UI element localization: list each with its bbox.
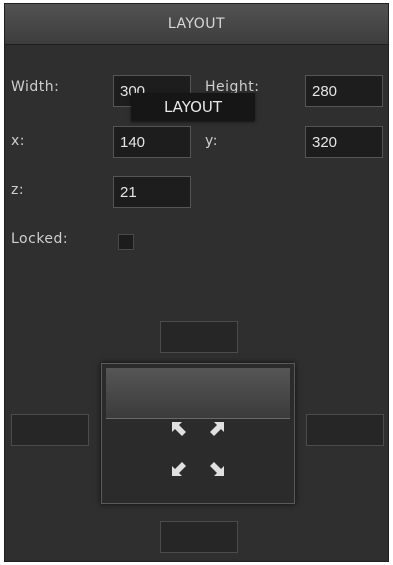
- locked-checkbox[interactable]: [118, 234, 134, 250]
- center-bar[interactable]: [106, 368, 290, 419]
- tooltip: LAYOUT: [131, 93, 255, 121]
- arrow-down-right-icon[interactable]: [208, 460, 226, 478]
- anchor-top-box[interactable]: [160, 321, 238, 353]
- locked-label: Locked:: [11, 231, 69, 247]
- panel-title: LAYOUT: [167, 16, 226, 32]
- x-label: x:: [11, 133, 26, 149]
- anchor-bottom-box[interactable]: [160, 521, 238, 553]
- arrow-down-left-icon[interactable]: [208, 420, 226, 438]
- x-field[interactable]: [113, 126, 191, 158]
- panel-header: LAYOUT: [5, 4, 388, 45]
- y-field[interactable]: [305, 126, 383, 158]
- z-field[interactable]: [113, 176, 191, 208]
- height-field[interactable]: [305, 75, 383, 107]
- arrow-up-left-icon[interactable]: [170, 420, 188, 438]
- z-label: z:: [11, 182, 25, 198]
- anchor-left-box[interactable]: [11, 414, 89, 446]
- tooltip-text: LAYOUT: [163, 98, 223, 116]
- y-label: y:: [205, 133, 218, 149]
- anchor-center-box: [101, 363, 295, 504]
- width-label: Width:: [11, 79, 60, 95]
- anchor-right-box[interactable]: [306, 414, 384, 446]
- arrow-up-right-icon[interactable]: [170, 460, 188, 478]
- layout-panel: LAYOUT Width: Height: x: y: z: Locked: L…: [4, 3, 389, 562]
